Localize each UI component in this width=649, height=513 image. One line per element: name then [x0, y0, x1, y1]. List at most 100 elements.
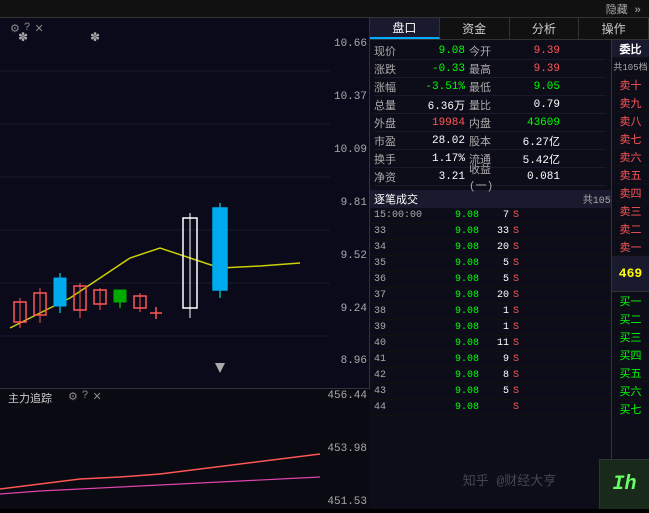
tab-bar: 盘口 资金 分析 操作: [370, 18, 649, 40]
candlestick-chart: [0, 18, 330, 388]
trans-vol-10: 9: [479, 354, 509, 365]
trans-time-12: 43: [374, 386, 434, 397]
sub-gear-icon[interactable]: ⚙: [68, 390, 78, 404]
val-zhangfu: -3.51%: [410, 81, 465, 93]
label-zhangdie: 涨跌: [374, 61, 410, 77]
trans-vol-3: 20: [479, 242, 509, 253]
sell-5: 卖五: [612, 166, 649, 184]
trans-row-12: 43 9.08 5 S: [370, 384, 649, 400]
trans-type-8: S: [513, 322, 525, 333]
trans-row-4: 35 9.08 5 S: [370, 256, 649, 272]
trans-type-4: S: [513, 258, 525, 269]
sell-9: 卖九: [612, 94, 649, 112]
trans-vol-7: 1: [479, 306, 509, 317]
sub-help-icon[interactable]: ?: [82, 390, 89, 404]
sub-chart-title: 主力追踪: [8, 390, 52, 406]
trans-vol-6: 20: [479, 290, 509, 301]
trans-vol-8: 1: [479, 322, 509, 333]
trans-type-13: S: [513, 402, 525, 413]
trans-time-1: 15:00:00: [374, 210, 434, 221]
data-row-waipan: 外盘 19984 内盘 43609: [374, 114, 606, 132]
sell-4: 卖四: [612, 184, 649, 202]
label-jingzi: 净资: [374, 169, 410, 185]
tab-fenxi[interactable]: 分析: [510, 18, 580, 39]
label-zuidi: 最低: [469, 79, 505, 95]
price-label-2: 10.37: [334, 91, 367, 103]
trans-type-12: S: [513, 386, 525, 397]
tab-caozuo[interactable]: 操作: [579, 18, 649, 39]
tab-pankou[interactable]: 盘口: [370, 18, 440, 39]
val-zuigao: 9.39: [505, 63, 560, 75]
data-grid: 现价 9.08 今开 9.39 涨跌 -0.33 最高 9.39 涨幅 -3.5…: [370, 40, 610, 188]
trans-price-8: 9.08: [434, 322, 479, 333]
trans-time-10: 41: [374, 354, 434, 365]
trans-price-11: 9.08: [434, 370, 479, 381]
sub-chart-area: [0, 388, 370, 509]
sub-chart-svg: [0, 389, 330, 510]
val-liutong: 5.42亿: [505, 151, 560, 167]
sub-close-icon[interactable]: ✕: [92, 390, 101, 404]
shared-count: 共105档: [612, 58, 649, 76]
price-label-3: 10.09: [334, 144, 367, 156]
sell-6: 卖六: [612, 148, 649, 166]
val-guben: 6.27亿: [505, 133, 560, 149]
buy-5: 买五: [612, 364, 649, 382]
ih-logo: Ih: [599, 459, 649, 509]
trans-vol-11: 8: [479, 370, 509, 381]
trans-price-12: 9.08: [434, 386, 479, 397]
sub-price-1: 456.44: [327, 390, 367, 402]
val-liangbi: 0.79: [505, 99, 560, 111]
data-row-zongliang: 总量 6.36万 量比 0.79: [374, 96, 606, 114]
label-zuigao: 最高: [469, 61, 505, 77]
transaction-header: 逐笔成交 共105档 [详]: [370, 190, 649, 208]
trans-type-9: S: [513, 338, 525, 349]
label-zhangfu: 涨幅: [374, 79, 410, 95]
sell-2: 卖二: [612, 220, 649, 238]
sub-price-3: 451.53: [327, 496, 367, 508]
price-label-5: 9.52: [341, 250, 367, 262]
sell-8: 卖八: [612, 112, 649, 130]
trans-type-3: S: [513, 242, 525, 253]
label-jinjia: 今开: [469, 43, 505, 59]
trans-time-4: 35: [374, 258, 434, 269]
sub-chart-icons: ⚙ ? ✕: [68, 390, 102, 404]
trans-price-2: 9.08: [434, 226, 479, 237]
trans-price-5: 9.08: [434, 274, 479, 285]
val-jinjia: 9.39: [505, 45, 560, 57]
sell-10: 卖十: [612, 76, 649, 94]
trans-row-11: 42 9.08 8 S: [370, 368, 649, 384]
label-shouyi: 收益(一): [469, 161, 505, 193]
buy-1: 买一: [612, 292, 649, 310]
buy-2: 买二: [612, 310, 649, 328]
trans-time-3: 34: [374, 242, 434, 253]
tab-zijin[interactable]: 资金: [440, 18, 510, 39]
label-shiying: 市盈: [374, 133, 410, 149]
trans-time-8: 39: [374, 322, 434, 333]
trans-time-6: 37: [374, 290, 434, 301]
price-label-6: 9.24: [341, 303, 367, 315]
trans-vol-5: 5: [479, 274, 509, 285]
val-huanshou: 1.17%: [410, 153, 465, 165]
ask-bid-column: 委比 共105档 卖十 卖九 卖八 卖七 卖六 卖五 卖四 卖三 卖二 卖一 4…: [611, 40, 649, 500]
ask-bid-header: 委比: [612, 40, 649, 58]
top-bar: 隐藏: [0, 0, 649, 18]
price-label-7: 8.96: [341, 355, 367, 367]
label-zongliang: 总量: [374, 97, 410, 113]
buy-6: 买六: [612, 382, 649, 400]
val-zongliang: 6.36万: [410, 97, 465, 113]
hide-button[interactable]: 隐藏: [606, 1, 641, 17]
trans-price-9: 9.08: [434, 338, 479, 349]
trans-vol-9: 11: [479, 338, 509, 349]
trans-row-2: 33 9.08 33 S: [370, 224, 649, 240]
label-huanshou: 换手: [374, 151, 410, 167]
buy-4: 买四: [612, 346, 649, 364]
trans-time-13: 44: [374, 402, 434, 413]
trans-time-11: 42: [374, 370, 434, 381]
trans-vol-4: 5: [479, 258, 509, 269]
val-waipan: 19984: [410, 117, 465, 129]
trans-price-13: 9.08: [434, 402, 479, 413]
trans-price-1: 9.08: [434, 210, 479, 221]
sell-1: 卖一: [612, 238, 649, 256]
trans-row-7: 38 9.08 1 S: [370, 304, 649, 320]
data-row-zhangfu: 涨幅 -3.51% 最低 9.05: [374, 78, 606, 96]
